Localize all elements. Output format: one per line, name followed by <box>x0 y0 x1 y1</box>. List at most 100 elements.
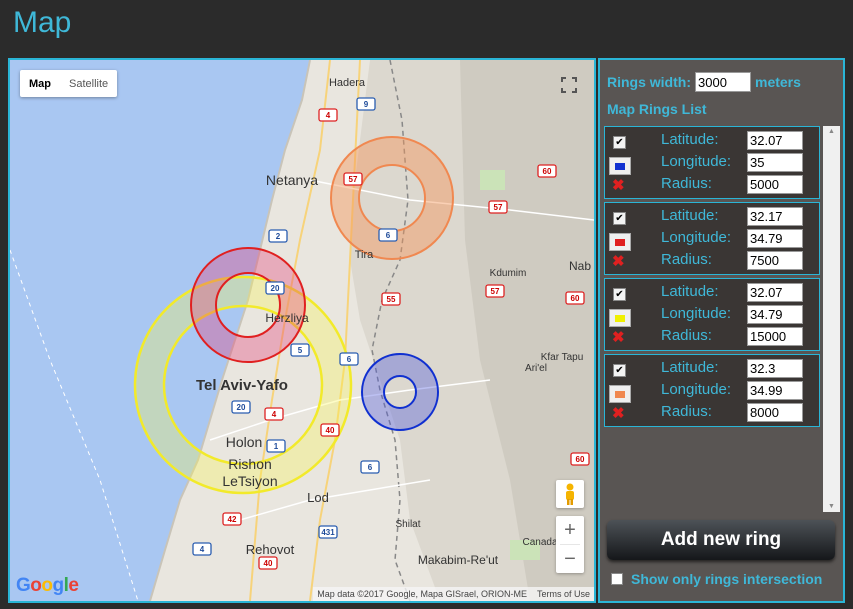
add-new-ring-button[interactable]: Add new ring <box>607 520 835 560</box>
rings-list[interactable]: ✔ ✖ Latitude: Longitude: Radius: ✔ ✖ Lat… <box>604 126 820 512</box>
ring-item: ✔ ✖ Latitude: Longitude: Radius: <box>604 202 820 275</box>
longitude-label: Longitude: <box>661 305 732 322</box>
ring-color-button[interactable] <box>609 233 631 251</box>
street-view-pegman[interactable] <box>556 480 584 508</box>
show-intersection-checkbox[interactable] <box>611 573 623 585</box>
longitude-input[interactable] <box>747 381 803 400</box>
svg-text:4: 4 <box>200 545 205 554</box>
route-shield: 42 <box>222 512 242 526</box>
attribution-text: Map data ©2017 Google, Mapa GISrael, ORI… <box>317 589 527 599</box>
latitude-input[interactable] <box>747 207 803 226</box>
intersection-toggle[interactable]: Show only rings intersection <box>611 571 822 587</box>
city-label: Canada <box>522 537 557 548</box>
longitude-input[interactable] <box>747 153 803 172</box>
city-label: Tel Aviv-Yafo <box>196 377 288 394</box>
route-shield: 4 <box>192 542 212 556</box>
radius-input[interactable] <box>747 327 803 346</box>
latitude-label: Latitude: <box>661 131 719 148</box>
latitude-input[interactable] <box>747 283 803 302</box>
radius-label: Radius: <box>661 327 712 344</box>
show-intersection-label: Show only rings intersection <box>631 571 823 587</box>
latitude-label: Latitude: <box>661 283 719 300</box>
svg-text:5: 5 <box>298 346 303 355</box>
fullscreen-button[interactable] <box>554 70 584 100</box>
color-swatch-icon <box>615 390 625 398</box>
longitude-label: Longitude: <box>661 229 732 246</box>
color-swatch-icon <box>615 314 625 322</box>
ring-color-button[interactable] <box>609 309 631 327</box>
map-type-satellite-button[interactable]: Satellite <box>60 70 117 97</box>
city-label: Herzliya <box>265 311 309 325</box>
scroll-up-icon[interactable]: ▲ <box>823 128 840 135</box>
terms-link[interactable]: Terms of Use <box>537 589 590 599</box>
radius-input[interactable] <box>747 403 803 422</box>
city-label: Kfar Tapu <box>541 352 584 363</box>
delete-ring-icon[interactable]: ✖ <box>612 178 625 193</box>
route-shield: 6 <box>360 460 380 474</box>
svg-text:2: 2 <box>276 232 281 241</box>
svg-text:6: 6 <box>347 355 352 364</box>
city-label: Rehovot <box>246 542 295 557</box>
route-shield: 9 <box>356 97 376 111</box>
city-label: Netanya <box>266 172 318 188</box>
map-view[interactable]: 4 9 57 60 57 6 2 20 55 57 60 5 6 20 4 1 40 6 60 42 431 4 40 Ha… <box>8 58 596 603</box>
rings-list-scrollbar[interactable]: ▲ ▼ <box>823 126 840 512</box>
route-shield: 431 <box>318 525 338 539</box>
delete-ring-icon[interactable]: ✖ <box>612 406 625 421</box>
city-label: Rishon <box>228 456 272 472</box>
svg-text:4: 4 <box>272 410 277 419</box>
rings-width-input[interactable] <box>695 72 751 92</box>
radius-label: Radius: <box>661 251 712 268</box>
scroll-down-icon[interactable]: ▼ <box>823 503 840 510</box>
city-label: Hadera <box>329 77 366 89</box>
city-label: Ari'el <box>525 363 547 374</box>
city-label: LeTsiyon <box>222 473 277 489</box>
latitude-input[interactable] <box>747 131 803 150</box>
rings-width-unit: meters <box>755 74 801 90</box>
ring-visible-checkbox[interactable]: ✔ <box>613 288 626 301</box>
map-type-control[interactable]: Map Satellite <box>20 70 118 97</box>
page-title: Map <box>13 6 72 39</box>
latitude-label: Latitude: <box>661 207 719 224</box>
color-swatch-icon <box>615 238 625 246</box>
map-attribution: Map data ©2017 Google, Mapa GISrael, ORI… <box>313 587 594 601</box>
city-label: Makabim-Re'ut <box>418 553 499 567</box>
ring-color-button[interactable] <box>609 385 631 403</box>
zoom-in-button[interactable]: + <box>556 516 584 544</box>
city-label: Kdumim <box>490 268 527 279</box>
latitude-label: Latitude: <box>661 359 719 376</box>
svg-text:42: 42 <box>228 515 237 524</box>
route-shield: 5 <box>290 343 310 357</box>
latitude-input[interactable] <box>747 359 803 378</box>
route-shield: 20 <box>231 400 251 414</box>
fullscreen-icon <box>561 77 577 93</box>
map-canvas[interactable]: 4 9 57 60 57 6 2 20 55 57 60 5 6 20 4 1 40 6 60 42 431 4 40 Ha… <box>10 60 594 601</box>
delete-ring-icon[interactable]: ✖ <box>612 254 625 269</box>
svg-text:9: 9 <box>364 100 369 109</box>
ring-visible-checkbox[interactable]: ✔ <box>613 212 626 225</box>
longitude-input[interactable] <box>747 305 803 324</box>
longitude-label: Longitude: <box>661 381 732 398</box>
svg-text:4: 4 <box>326 111 331 120</box>
city-label: Holon <box>226 434 263 450</box>
svg-text:40: 40 <box>264 559 273 568</box>
rings-width-row: Rings width: meters <box>607 72 801 92</box>
zoom-control[interactable]: + − <box>556 516 584 573</box>
route-shield: 4 <box>318 108 338 122</box>
map-type-map-button[interactable]: Map <box>20 70 60 97</box>
longitude-input[interactable] <box>747 229 803 248</box>
radius-input[interactable] <box>747 251 803 270</box>
delete-ring-icon[interactable]: ✖ <box>612 330 625 345</box>
route-shield: 60 <box>537 164 557 178</box>
longitude-label: Longitude: <box>661 153 732 170</box>
ring-visible-checkbox[interactable]: ✔ <box>613 364 626 377</box>
radius-input[interactable] <box>747 175 803 194</box>
zoom-out-button[interactable]: − <box>556 545 584 573</box>
ring-color-button[interactable] <box>609 157 631 175</box>
ring-visible-checkbox[interactable]: ✔ <box>613 136 626 149</box>
svg-text:57: 57 <box>349 175 358 184</box>
svg-text:6: 6 <box>386 231 391 240</box>
svg-text:55: 55 <box>387 295 396 304</box>
route-shield: 20 <box>265 281 285 295</box>
svg-text:1: 1 <box>274 442 279 451</box>
